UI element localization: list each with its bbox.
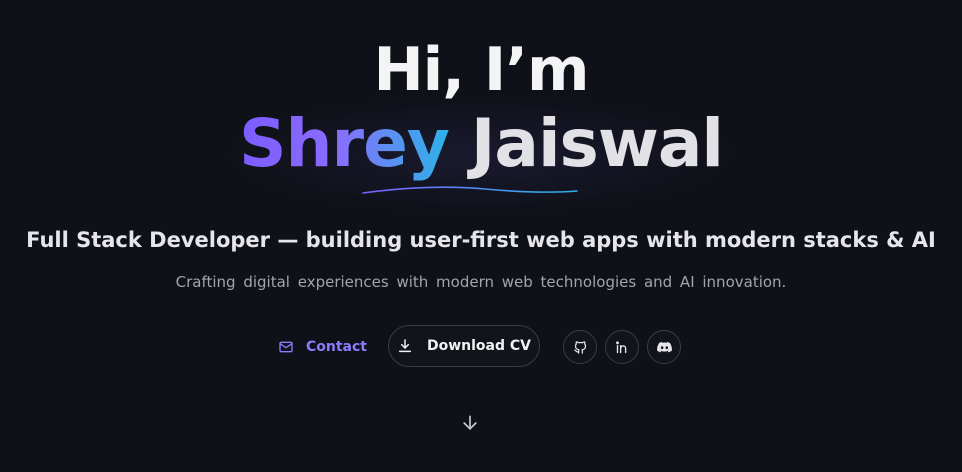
tagline: Full Stack Developer — building user-fir… <box>26 228 936 252</box>
linkedin-link[interactable] <box>605 330 639 364</box>
github-link[interactable] <box>563 330 597 364</box>
linkedin-icon <box>615 340 630 355</box>
first-name: Shrey <box>239 105 450 182</box>
discord-link[interactable] <box>647 330 681 364</box>
hero-section: Hi, I’m Shrey Jaiswal Full Stack Develop… <box>0 0 962 472</box>
download-label: Download CV <box>426 338 531 354</box>
name-underline <box>362 186 578 194</box>
arrow-down-icon <box>460 412 480 434</box>
last-name: Jaiswal <box>470 105 724 182</box>
mail-icon <box>278 339 294 355</box>
download-cv-button[interactable]: Download CV <box>388 325 540 367</box>
download-icon <box>397 338 413 354</box>
github-icon <box>573 340 588 355</box>
subtitle: Crafting digital experiences with modern… <box>175 273 787 291</box>
contact-button[interactable]: Contact <box>268 327 377 367</box>
discord-icon <box>656 339 673 356</box>
greeting-heading: Hi, I’m <box>373 35 589 105</box>
scroll-down-button[interactable] <box>460 412 480 434</box>
name-heading: Shrey Jaiswal <box>0 104 962 184</box>
contact-label: Contact <box>306 339 367 355</box>
